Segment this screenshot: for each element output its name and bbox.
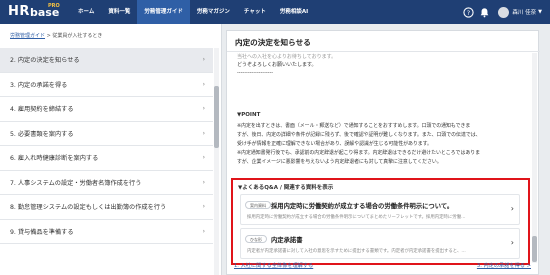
nav-labor-magazine[interactable]: 労務マガジン [190,0,237,24]
guide-sidebar: 労務管理ガイド > 従業員が入社するとき 2. 内定の決定を知らせる › 3. … [0,24,222,275]
previous-step-link[interactable]: 1. 入社に関する全体像を理解する [234,262,313,269]
point-note-line: すが、企業イメージに悪影響を与えないよう内定辞退者にも対して真摯に注意してくださ… [237,159,442,165]
chevron-down-icon[interactable]: ▼ [538,9,542,15]
step-item-8[interactable]: 8. 勤怠管理システムの設定もしくは出勤簿の作成を行う › [0,195,213,220]
nav-labor-guide[interactable]: 労務管理ガイド [137,0,190,24]
page-title: 内定の決定を知らせる [235,38,311,47]
chevron-right-icon: › [202,178,205,186]
step-label: 5. 必要書類を案内する [10,130,74,138]
step-item-3[interactable]: 3. 内定の承諾を得る › [0,73,213,97]
step-pagination: 1. 入社に関する全体像を理解する 3. 内定の承諾を得る > [226,262,539,272]
content-scrollbar[interactable] [532,53,537,263]
nav-documents[interactable]: 資料一覧 [101,0,137,24]
related-document-card[interactable]: ひな形 内定承諾書 内定者が内定承諾書に対して入社の意思を示すために提出する書類… [240,228,520,259]
step-item-7[interactable]: 7. 人事システムの設定・労働者名簿作成を行う › [0,171,213,195]
sidebar-scrollbar-thumb[interactable] [214,86,219,148]
body-text-separator: -------------------- [237,70,274,76]
chevron-right-icon: › [202,203,205,211]
step-item-2[interactable]: 2. 内定の決定を知らせる › [0,48,213,73]
nav-home[interactable]: ホーム [71,0,101,24]
step-label: 7. 人事システムの設定・労働者名簿作成を行う [10,179,142,187]
sidebar-scrollbar[interactable] [214,48,219,275]
point-note-line: 受け手が情報を正確に理解できない場合があり、誤解や認識が生じる可能性があります。 [237,141,432,147]
point-note-line: ※内定通知書発行後でも、承認前の内定辞退が起こり得ます。内定辞退はできるだけ避け… [237,150,481,156]
top-nav-bar: HR base PRO ホーム 資料一覧 労務管理ガイド 労務マガジン チャット… [0,0,550,24]
nav-labor-ai[interactable]: 労務相談AI [273,0,315,24]
step-item-6[interactable]: 6. 雇入れ時健康診断を案内する › [0,146,213,171]
related-documents-heading[interactable]: ▼よくあるQ&A / 関連する資料を表示 [238,183,333,191]
document-title: 採用内定時に労働契約が成立する場合の労働条件明示について。 [271,203,454,210]
title-divider [227,51,540,52]
user-name[interactable]: 森川 佳奈 [512,8,536,16]
document-type-tag: ひな形 [245,235,267,243]
chevron-right-icon: › [202,56,205,64]
point-note-line: すが、後日、内定の詳細や条件が記録に残らず、後で確認や証明が難しくなります。また… [237,132,481,138]
breadcrumb: 労務管理ガイド > 従業員が入社するとき [10,32,102,39]
document-title: 内定承諾書 [271,237,303,244]
breadcrumb-current: 従業員が入社するとき [52,33,103,39]
logo-hr-text: HR [8,4,30,19]
step-label: 6. 雇入れ時健康診断を案内する [10,155,99,163]
step-item-4[interactable]: 4. 雇用契約を締結する › [0,97,213,122]
point-note-line: ※内定を出すときは、書面（メール・郵送など）で通知することをおすすめします。口頭… [237,123,471,129]
breadcrumb-link-guide[interactable]: 労務管理ガイド [10,33,45,39]
step-label: 2. 内定の決定を知らせる [10,57,80,65]
step-label: 8. 勤怠管理システムの設定もしくは出勤簿の作成を行う [10,204,167,212]
notification-bell-icon[interactable] [478,6,490,18]
point-heading: ▼POINT [237,112,261,118]
content-panel: 内定の決定を知らせる 当社への入社を心よりお待ちしております。 どうぞよろしくお… [226,30,540,275]
hr-base-pro-logo[interactable]: HR base PRO [8,3,68,21]
related-document-card[interactable]: 案内資料 採用内定時に労働契約が成立する場合の労働条件明示について。 採用内定時… [240,194,520,225]
user-avatar[interactable] [498,6,510,18]
related-documents-box: ▼よくあるQ&A / 関連する資料を表示 案内資料 採用内定時に労働契約が成立す… [231,178,530,265]
main-nav: ホーム 資料一覧 労務管理ガイド 労務マガジン チャット 労務相談AI [71,0,315,24]
step-label: 3. 内定の承諾を得る [10,81,68,89]
step-label: 4. 雇用契約を締結する [10,106,74,114]
document-description: 内定者が内定承諾書に対して入社の意思を示すために提出する書類です。内定者が内定承… [247,249,466,254]
chevron-right-icon: › [202,105,205,113]
chevron-right-icon: › [202,154,205,162]
step-label: 9. 貸与備品を準備する [10,228,74,236]
svg-text:?: ? [467,8,470,16]
next-step-link[interactable]: 3. 内定の承諾を得る > [477,262,531,269]
chevron-right-icon: › [202,227,205,235]
step-item-5[interactable]: 5. 必要書類を案内する › [0,122,213,146]
user-area: ? 森川 佳奈 ▼ [458,0,542,24]
help-icon[interactable]: ? [462,6,474,18]
content-scrollbar-thumb[interactable] [532,236,537,262]
document-type-tag: 案内資料 [245,201,271,209]
chevron-right-icon: › [202,80,205,88]
step-item-9[interactable]: 9. 貸与備品を準備する › [0,220,213,244]
chevron-right-icon: › [510,204,514,213]
chevron-right-icon: › [202,129,205,137]
step-list: 2. 内定の決定を知らせる › 3. 内定の承諾を得る › 4. 雇用契約を締結… [0,48,213,244]
chevron-right-icon: › [510,238,514,247]
document-description: 採用内定時に労働契約が成立する場合の労働条件明示についてまとめたリーフレットです… [247,215,466,220]
logo-pro-badge: PRO [48,3,60,9]
nav-chat[interactable]: チャット [237,0,273,24]
